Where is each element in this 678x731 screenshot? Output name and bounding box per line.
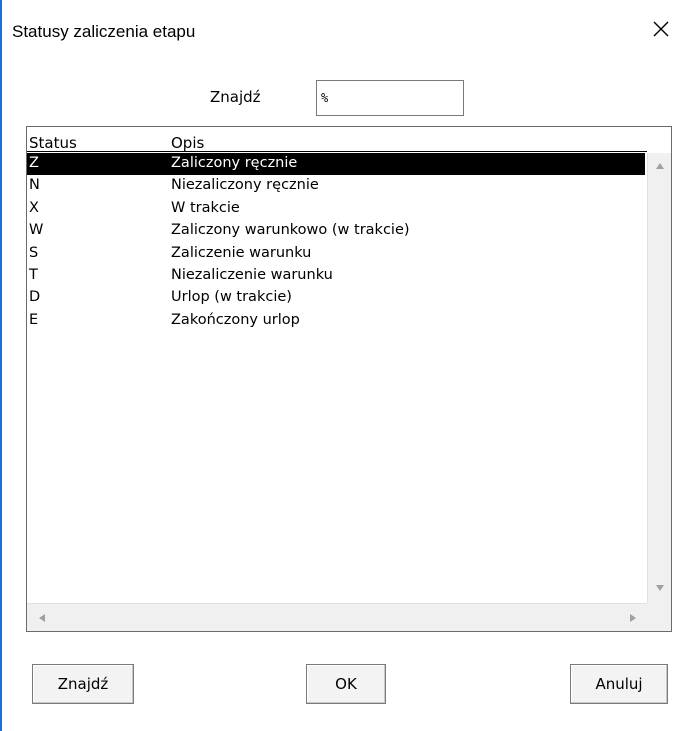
- status-description: Niezaliczony ręcznie: [171, 177, 319, 194]
- status-code: X: [29, 199, 39, 216]
- status-description: Niezaliczenie warunku: [171, 266, 333, 283]
- window-title: Statusy zaliczenia etapu: [12, 22, 196, 41]
- scroll-left-icon[interactable]: [31, 607, 53, 629]
- status-description: Zaliczenie warunku: [171, 244, 312, 261]
- status-code: E: [29, 311, 39, 328]
- status-code: T: [29, 266, 38, 283]
- list-rows: Z Zaliczony ręcznie N Niezaliczony ręczn…: [27, 153, 645, 332]
- scrollbar-corner: [647, 603, 671, 631]
- header-divider: [27, 151, 647, 152]
- status-list[interactable]: Status Opis Z Zaliczony ręcznie N Niezal…: [26, 126, 672, 632]
- list-item[interactable]: Z Zaliczony ręcznie: [27, 153, 645, 176]
- list-item[interactable]: T Niezaliczenie warunku: [27, 265, 645, 287]
- dialog-window: Statusy zaliczenia etapu Znajdź Status O…: [0, 0, 678, 731]
- status-code: S: [29, 244, 39, 261]
- horizontal-scrollbar[interactable]: [27, 603, 648, 631]
- status-code: D: [29, 289, 41, 306]
- search-input[interactable]: [316, 80, 464, 116]
- status-description: Zakończony urlop: [171, 311, 300, 328]
- scroll-up-icon[interactable]: [649, 155, 671, 177]
- search-label: Znajdź: [210, 88, 261, 106]
- vertical-scrollbar[interactable]: [647, 153, 671, 603]
- status-description: Zaliczony warunkowo (w trakcie): [171, 222, 410, 239]
- list-item[interactable]: S Zaliczenie warunku: [27, 243, 645, 265]
- scroll-down-icon[interactable]: [649, 577, 671, 599]
- ok-button[interactable]: OK: [306, 664, 386, 704]
- close-icon[interactable]: [650, 18, 672, 40]
- list-header: Status Opis: [27, 134, 647, 152]
- list-item[interactable]: N Niezaliczony ręcznie: [27, 175, 645, 197]
- status-description: W trakcie: [171, 199, 240, 216]
- list-item[interactable]: D Urlop (w trakcie): [27, 287, 645, 309]
- status-description: Urlop (w trakcie): [171, 289, 292, 306]
- scroll-right-icon[interactable]: [622, 607, 644, 629]
- find-button[interactable]: Znajdź: [32, 664, 134, 704]
- cancel-button[interactable]: Anuluj: [570, 664, 668, 704]
- status-code: Z: [29, 155, 39, 171]
- list-item[interactable]: W Zaliczony warunkowo (w trakcie): [27, 220, 645, 242]
- status-code: W: [29, 222, 44, 239]
- list-item[interactable]: X W trakcie: [27, 198, 645, 220]
- title-bar: Statusy zaliczenia etapu: [2, 0, 678, 68]
- column-header-status[interactable]: Status: [29, 134, 77, 152]
- status-description: Zaliczony ręcznie: [171, 155, 298, 171]
- column-header-opis[interactable]: Opis: [171, 134, 204, 152]
- list-item[interactable]: E Zakończony urlop: [27, 310, 645, 332]
- status-code: N: [29, 177, 40, 194]
